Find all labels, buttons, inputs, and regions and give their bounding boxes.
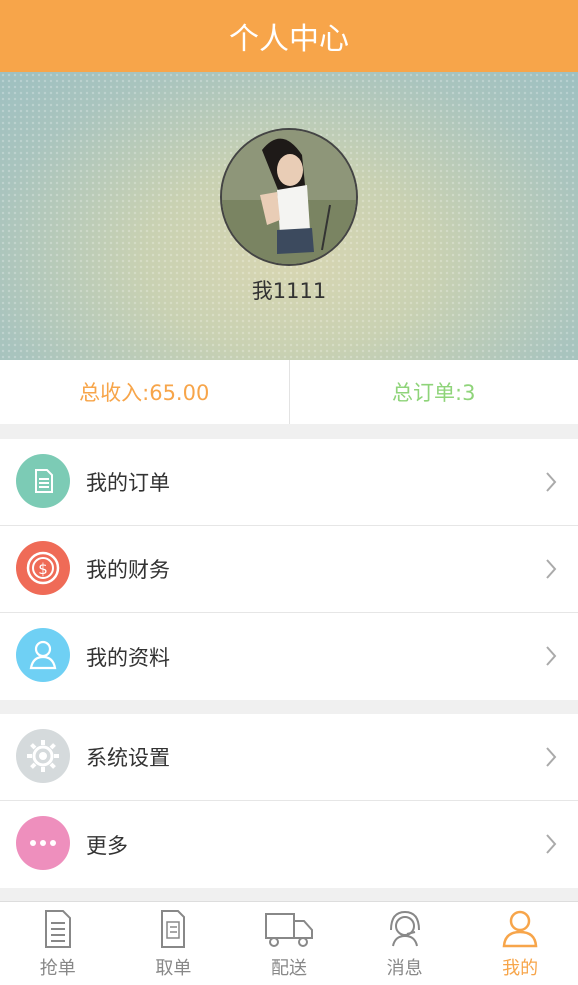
chevron-right-icon [546,472,557,492]
username: 我1111 [251,279,327,303]
more-dots-icon [16,816,70,870]
tab-mine[interactable]: 我的 [462,902,578,985]
menu-item-more[interactable]: 更多 [0,801,578,888]
chevron-right-icon [546,747,557,767]
page-title: 个人中心 [229,22,349,57]
menu-group-account: 我的订单 $ 我的财务 我的资料 [0,439,578,700]
receipt-icon [161,910,186,948]
tab-label: 配送 [270,958,307,979]
page-header: 个人中心 [0,0,578,72]
menu-group-system: 系统设置 更多 [0,714,578,888]
avatar[interactable] [220,128,358,266]
profile-banner: 我1111 [0,72,578,360]
chevron-right-icon [546,834,557,854]
total-orders[interactable]: 总订单:3 [290,360,578,424]
menu-label: 我的财务 [86,558,170,582]
svg-text:$: $ [38,560,48,578]
menu-item-my-profile[interactable]: 我的资料 [0,613,578,700]
person-icon [16,628,70,682]
stats-bar: 总收入:65.00 总订单:3 [0,360,578,424]
tab-pickup[interactable]: 取单 [116,902,232,985]
gear-icon [16,729,70,783]
menu-item-my-orders[interactable]: 我的订单 [0,439,578,526]
tab-label: 取单 [155,958,192,979]
tab-grab-order[interactable]: 抢单 [0,902,116,985]
bottom-tab-bar: 抢单 取单 配送 消息 我的 [0,901,578,985]
tab-messages[interactable]: 消息 [347,902,463,985]
menu-label: 我的订单 [86,471,170,495]
tab-label: 我的 [502,958,539,979]
menu-label: 系统设置 [86,746,170,770]
truck-icon [264,913,313,947]
chevron-right-icon [546,646,557,666]
menu-label: 更多 [86,833,128,858]
tab-delivery[interactable]: 配送 [231,902,347,985]
chevron-right-icon [546,559,557,579]
menu-item-settings[interactable]: 系统设置 [0,714,578,801]
total-income[interactable]: 总收入:65.00 [0,360,290,424]
order-document-icon [16,454,70,508]
headset-icon [389,910,420,947]
menu-item-my-finance[interactable]: $ 我的财务 [0,526,578,613]
dollar-coin-icon: $ [16,541,70,595]
document-icon [44,910,71,948]
user-icon [502,910,538,948]
avatar-photo [222,130,356,264]
menu-label: 我的资料 [86,645,170,670]
tab-label: 消息 [386,958,423,979]
tab-label: 抢单 [39,958,76,979]
